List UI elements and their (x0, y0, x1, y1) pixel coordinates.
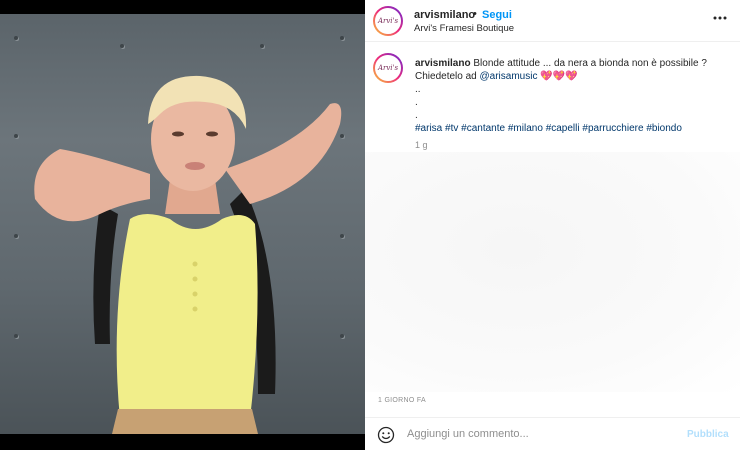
post-details-panel: Arvi's arvismilano • Segui Arvi's Frames… (365, 0, 740, 450)
avatar-logo: Arvi's (375, 8, 401, 34)
caption-dots: . (415, 97, 418, 108)
comment-input[interactable] (407, 425, 667, 443)
location-link[interactable]: Arvi's Framesi Boutique (414, 23, 514, 34)
caption-username[interactable]: arvismilano (415, 58, 471, 69)
hashtag-link[interactable]: #cantante (461, 123, 505, 134)
hashtag-link[interactable]: #tv (445, 123, 458, 134)
post-header: Arvi's arvismilano • Segui Arvi's Frames… (365, 0, 740, 42)
caption-line2-prefix: Chiedetelo ad (415, 71, 477, 82)
post-photo[interactable] (0, 0, 365, 450)
more-dots-icon[interactable] (712, 10, 728, 26)
woman-figure (34, 75, 342, 434)
avatar[interactable]: Arvi's (373, 6, 403, 36)
hashtag-link[interactable]: #biondo (646, 123, 682, 134)
caption-avatar[interactable]: Arvi's (373, 53, 403, 83)
photo-background (0, 14, 365, 434)
caption-time[interactable]: 1 g (415, 140, 428, 150)
comments-area (365, 152, 740, 392)
hashtag-link[interactable]: #arisa (415, 123, 442, 134)
hashtag-link[interactable]: #parrucchiere (582, 123, 643, 134)
follow-button[interactable]: Segui (482, 9, 512, 21)
header-username[interactable]: arvismilano (414, 9, 475, 21)
caption-dots: . (415, 110, 418, 121)
publish-button[interactable]: Pubblica (687, 429, 729, 440)
emoji-hearts: 💖💖💖 (540, 71, 578, 82)
comment-bar: Pubblica (365, 417, 740, 450)
emoji-icon[interactable] (377, 426, 395, 444)
hashtag-link[interactable]: #capelli (546, 123, 580, 134)
caption-text: arvismilano Blonde attitude ... da nera … (415, 57, 730, 135)
avatar-logo: Arvi's (375, 55, 401, 81)
mention-link[interactable]: @arisamusic (480, 71, 538, 82)
hashtag-link[interactable]: #milano (508, 123, 543, 134)
caption-dots: .. (415, 84, 421, 95)
caption-line1: Blonde attitude ... da nera a bionda non… (473, 58, 707, 69)
post-date[interactable]: 1 GIORNO FA (378, 397, 426, 404)
header-separator: • (473, 8, 477, 20)
